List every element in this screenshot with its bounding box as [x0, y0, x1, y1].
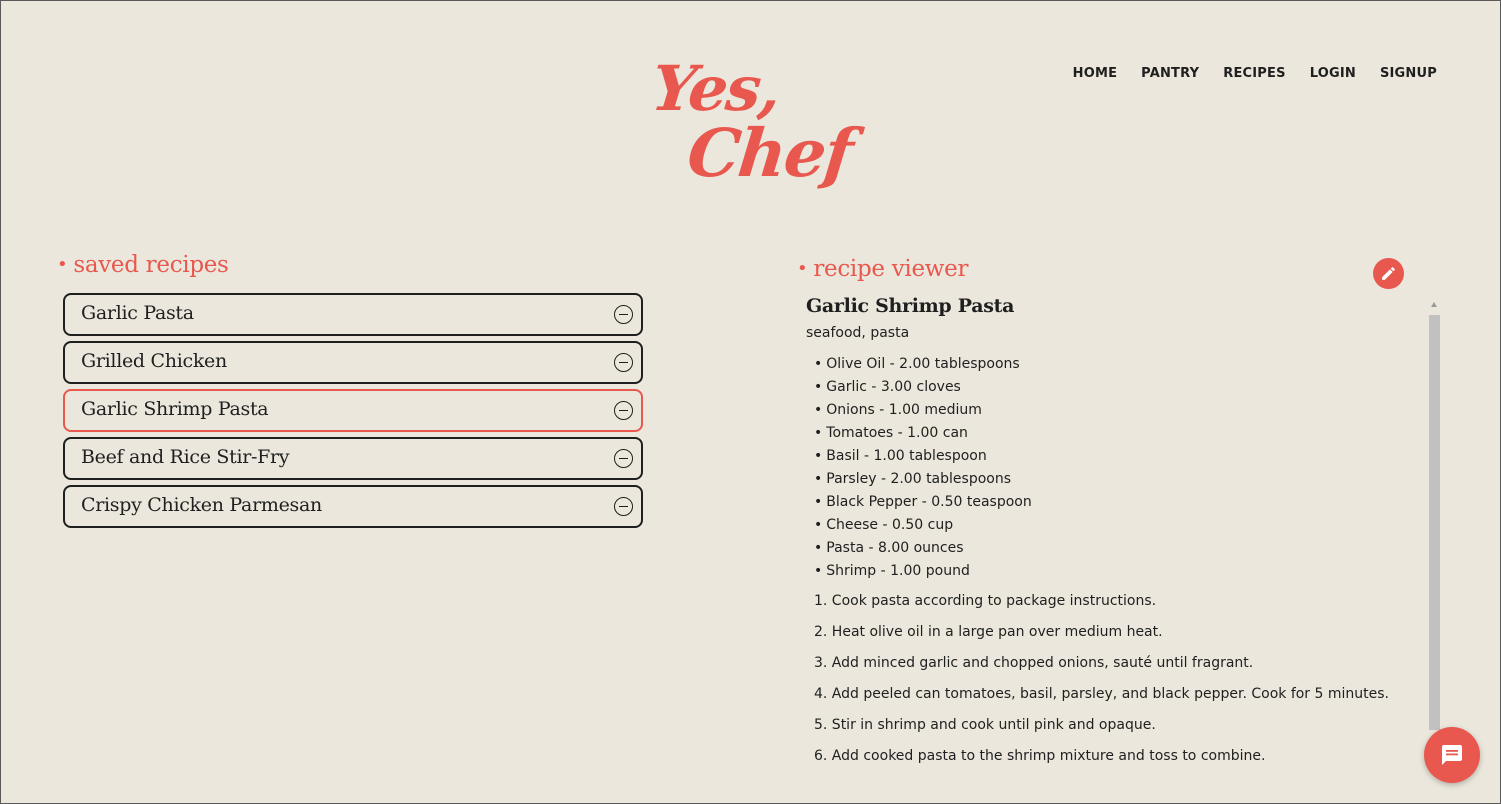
ingredient-item: Garlic - 3.00 cloves: [814, 376, 1426, 399]
saved-recipe-item[interactable]: Grilled Chicken: [63, 341, 643, 384]
saved-recipe-item[interactable]: Garlic Pasta: [63, 293, 643, 336]
nav-login-link[interactable]: LOGIN: [1310, 66, 1356, 81]
bullet-icon: •: [797, 258, 808, 279]
saved-recipe-name: Crispy Chicken Parmesan: [81, 494, 322, 516]
remove-recipe-icon[interactable]: [614, 401, 633, 420]
instruction-step: 1. Cook pasta according to package instr…: [814, 593, 1157, 609]
ingredient-item: Cheese - 0.50 cup: [814, 514, 1426, 537]
remove-recipe-icon[interactable]: [614, 497, 633, 516]
recipe-title: Garlic Shrimp Pasta: [806, 295, 1015, 317]
main-nav: HOME PANTRY RECIPES LOGIN SIGNUP: [1073, 66, 1437, 81]
saved-recipe-name: Grilled Chicken: [81, 350, 227, 372]
ingredient-item: Tomatoes - 1.00 can: [814, 422, 1426, 445]
instruction-step: 5. Stir in shrimp and cook until pink an…: [814, 717, 1156, 733]
pencil-icon: [1382, 267, 1395, 280]
saved-recipes-heading-text: saved recipes: [73, 252, 229, 278]
recipe-tags: seafood, pasta: [806, 325, 910, 341]
chat-bubble-icon: [1442, 745, 1462, 765]
logo-line-2: Chef: [683, 114, 856, 192]
ingredient-item: Parsley - 2.00 tablespoons: [814, 468, 1426, 491]
instruction-step: 4. Add peeled can tomatoes, basil, parsl…: [814, 686, 1389, 702]
instruction-step: 6. Add cooked pasta to the shrimp mixtur…: [814, 748, 1266, 764]
saved-recipes-heading: • saved recipes: [57, 252, 229, 278]
recipe-viewer-heading: • recipe viewer: [797, 256, 968, 282]
saved-recipe-item-selected[interactable]: Garlic Shrimp Pasta: [63, 389, 643, 432]
scroll-up-arrow-icon[interactable]: [1431, 302, 1437, 307]
scrollbar-thumb[interactable]: [1429, 315, 1440, 730]
instruction-step: 2. Heat olive oil in a large pan over me…: [814, 624, 1163, 640]
brand-logo[interactable]: Yes, Chef: [640, 52, 870, 202]
ingredient-list: Olive Oil - 2.00 tablespoons Garlic - 3.…: [814, 353, 1426, 583]
instruction-step: 3. Add minced garlic and chopped onions,…: [814, 655, 1254, 671]
saved-recipe-name: Garlic Pasta: [81, 302, 194, 324]
remove-recipe-icon[interactable]: [614, 305, 633, 324]
nav-signup-link[interactable]: SIGNUP: [1380, 66, 1437, 81]
saved-recipe-item[interactable]: Crispy Chicken Parmesan: [63, 485, 643, 528]
bullet-icon: •: [57, 254, 68, 275]
recipe-viewer-heading-text: recipe viewer: [813, 256, 969, 282]
remove-recipe-icon[interactable]: [614, 449, 633, 468]
ingredient-item: Olive Oil - 2.00 tablespoons: [814, 353, 1426, 376]
nav-home-link[interactable]: HOME: [1073, 66, 1118, 81]
saved-recipe-item[interactable]: Beef and Rice Stir-Fry: [63, 437, 643, 480]
nav-recipes-link[interactable]: RECIPES: [1223, 66, 1285, 81]
ingredient-item: Black Pepper - 0.50 teaspoon: [814, 491, 1426, 514]
nav-pantry-link[interactable]: PANTRY: [1141, 66, 1199, 81]
viewer-scrollbar[interactable]: [1427, 298, 1442, 738]
saved-recipe-name: Beef and Rice Stir-Fry: [81, 446, 290, 468]
edit-recipe-button[interactable]: [1373, 258, 1404, 289]
ingredient-item: Pasta - 8.00 ounces: [814, 537, 1426, 560]
ingredient-item: Onions - 1.00 medium: [814, 399, 1426, 422]
remove-recipe-icon[interactable]: [614, 353, 633, 372]
saved-recipes-list: Garlic Pasta Grilled Chicken Garlic Shri…: [63, 293, 643, 533]
chat-button[interactable]: [1424, 727, 1480, 783]
recipe-viewer-panel: Garlic Shrimp Pasta seafood, pasta Olive…: [806, 295, 1426, 775]
ingredient-item: Basil - 1.00 tablespoon: [814, 445, 1426, 468]
saved-recipe-name: Garlic Shrimp Pasta: [81, 398, 269, 420]
instruction-list: 1. Cook pasta according to package instr…: [814, 591, 1426, 766]
ingredient-item: Shrimp - 1.00 pound: [814, 560, 1426, 583]
